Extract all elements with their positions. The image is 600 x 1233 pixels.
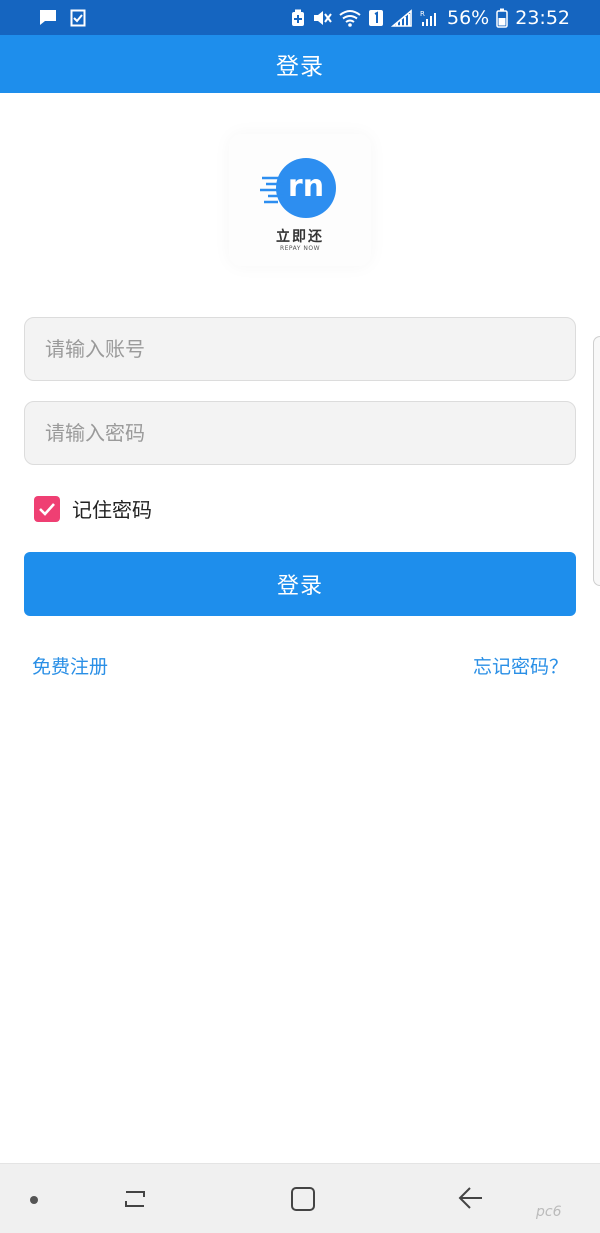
edge-panel-handle[interactable] xyxy=(593,336,600,586)
app-header: 登录 xyxy=(0,35,600,93)
account-input[interactable] xyxy=(25,318,575,380)
app-logo: rn 立即还 REPAY NOW xyxy=(229,134,371,266)
register-link[interactable]: 免费注册 xyxy=(32,652,108,679)
remember-password-toggle[interactable]: 记住密码 xyxy=(34,494,152,523)
message-icon xyxy=(38,9,58,27)
recent-apps-icon[interactable] xyxy=(120,1184,150,1218)
signal-one-icon xyxy=(391,8,413,27)
home-icon[interactable] xyxy=(288,1184,318,1218)
mute-icon xyxy=(312,9,332,27)
status-right: R 56% 23:52 xyxy=(291,7,570,29)
watermark: pc6 xyxy=(536,1204,562,1220)
svg-text:R: R xyxy=(420,10,425,18)
page-title: 登录 xyxy=(276,54,324,80)
battery-percent: 56% xyxy=(447,6,490,29)
battery-saver-icon xyxy=(291,9,305,27)
password-input[interactable] xyxy=(25,402,575,464)
signal-two-icon: R xyxy=(420,9,440,27)
sim-one-icon xyxy=(368,9,384,27)
wifi-icon xyxy=(339,9,361,27)
battery-icon xyxy=(496,8,508,28)
check-icon xyxy=(39,502,55,516)
login-screen: R 56% 23:52 登录 rn 立即还 REPAY NOW 请输入账号 记住… xyxy=(0,0,600,1233)
password-field[interactable] xyxy=(24,401,576,465)
logo-en-name: REPAY NOW xyxy=(279,245,321,252)
status-bar: R 56% 23:52 xyxy=(0,0,600,35)
login-button[interactable]: 登录 xyxy=(24,552,576,616)
nav-hide-dot[interactable] xyxy=(30,1196,38,1204)
clipboard-check-icon xyxy=(70,8,86,27)
logo-speed-lines-icon xyxy=(260,176,286,210)
account-field[interactable] xyxy=(24,317,576,381)
forgot-password-link[interactable]: 忘记密码？ xyxy=(473,652,568,679)
back-icon[interactable] xyxy=(456,1184,486,1218)
remember-checkbox[interactable] xyxy=(34,495,60,522)
remember-label: 记住密码 xyxy=(72,498,152,522)
logo-mark-text: rn xyxy=(288,169,324,204)
logo-cn-name: 立即还 xyxy=(276,229,324,245)
navigation-bar xyxy=(0,1163,600,1233)
status-left xyxy=(38,8,86,27)
status-time: 23:52 xyxy=(515,6,570,29)
